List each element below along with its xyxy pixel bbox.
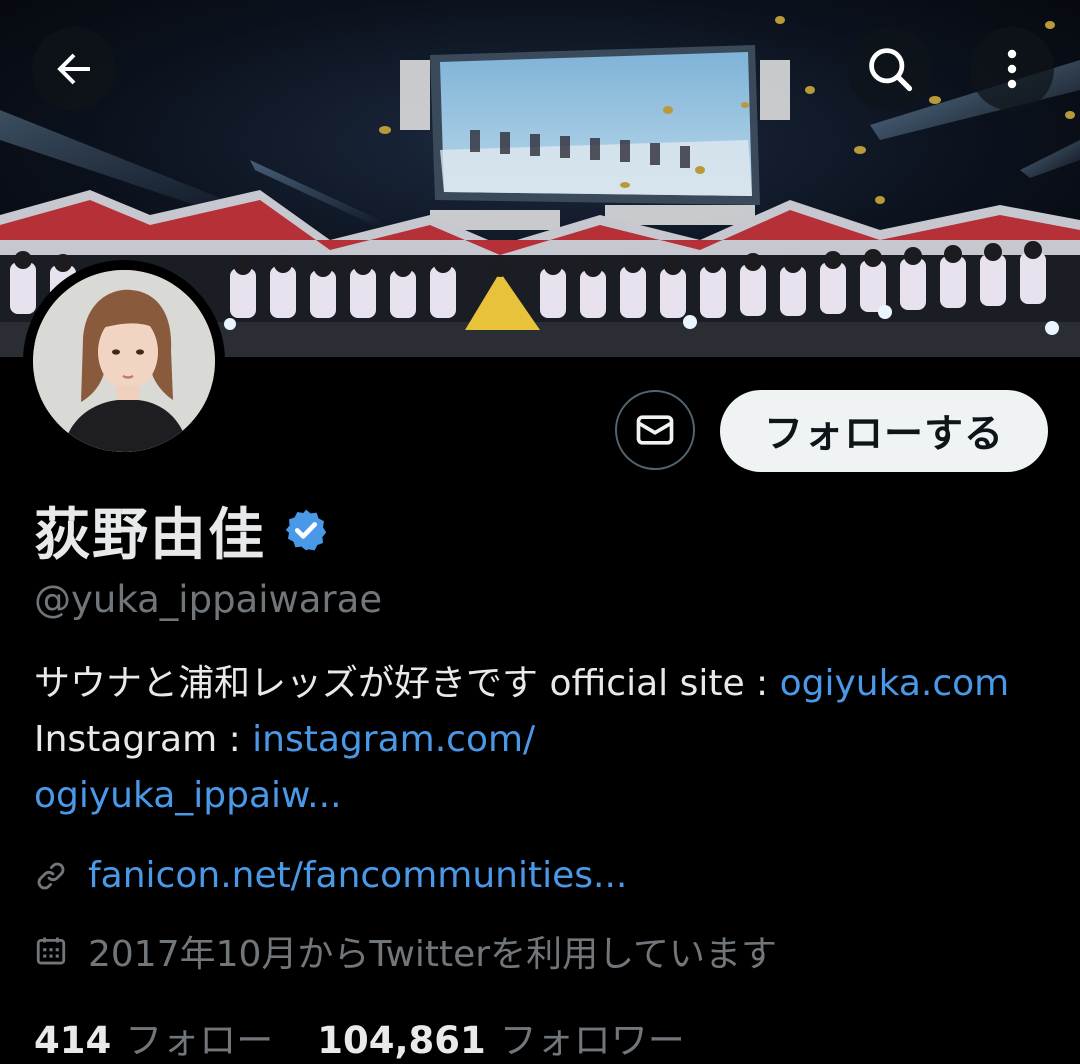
- avatar-image: [33, 270, 215, 452]
- following-count: 414: [34, 1019, 112, 1062]
- avatar[interactable]: [23, 260, 225, 462]
- verified-badge-icon[interactable]: [282, 506, 330, 554]
- joined-date: 2017年10月からTwitterを利用しています: [88, 934, 778, 975]
- more-vertical-icon: [1007, 49, 1017, 89]
- name-row: 荻野由佳: [34, 495, 330, 568]
- search-button[interactable]: [848, 27, 932, 111]
- search-icon: [869, 48, 913, 92]
- back-button[interactable]: [32, 27, 116, 111]
- bio-text: Instagram :: [34, 719, 253, 760]
- display-name: 荻野由佳: [34, 502, 266, 568]
- followers-label: フォロワー: [499, 1019, 685, 1062]
- user-handle: @yuka_ippaiwarae: [34, 578, 383, 621]
- arrow-left-icon: [57, 53, 90, 85]
- follow-stats: 414 フォロー 104,861 フォロワー: [34, 1010, 685, 1064]
- follow-button[interactable]: フォローする: [720, 390, 1048, 472]
- joined-row: 2017年10月からTwitterを利用しています: [34, 925, 777, 977]
- message-button[interactable]: [615, 390, 695, 470]
- calendar-icon: [36, 937, 66, 965]
- bio-link-website[interactable]: ogiyuka.com: [780, 663, 1010, 704]
- bio-text: サウナと浦和レッズが好きです official site :: [34, 663, 780, 704]
- bio-link-instagram[interactable]: instagram.com/: [252, 719, 535, 760]
- bio: サウナと浦和レッズが好きです official site : ogiyuka.c…: [34, 656, 1054, 824]
- bio-link-instagram-cont[interactable]: ogiyuka_ippaiw...: [34, 775, 342, 816]
- more-options-button[interactable]: [970, 27, 1054, 111]
- following-link[interactable]: 414 フォロー: [34, 1010, 273, 1064]
- link-icon: [37, 862, 65, 889]
- following-label: フォロー: [125, 1019, 274, 1062]
- envelope-icon: [636, 415, 674, 445]
- website-link[interactable]: fanicon.net/fancommunities...: [88, 855, 627, 896]
- website-row: fanicon.net/fancommunities...: [34, 855, 627, 896]
- followers-count: 104,861: [317, 1019, 486, 1062]
- followers-link[interactable]: 104,861 フォロワー: [317, 1010, 685, 1064]
